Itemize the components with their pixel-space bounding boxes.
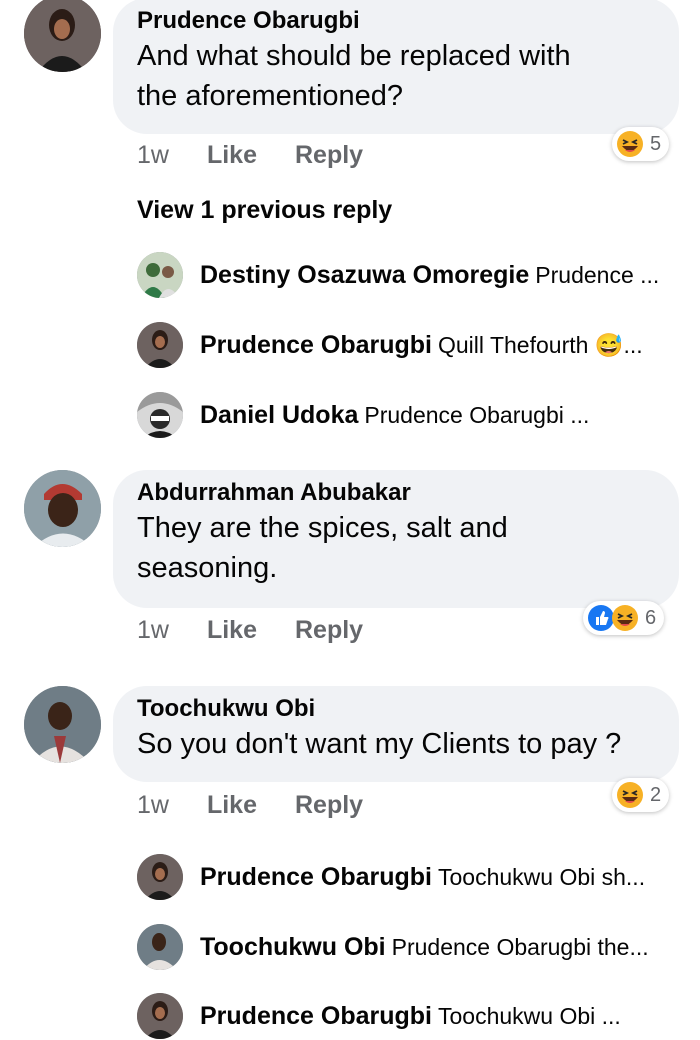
reply-preview-row[interactable]: Prudence Obarugbi Toochukwu Obi ...	[137, 992, 675, 1040]
reply-preview-row[interactable]: Prudence Obarugbi Quill Thefourth 😅...	[137, 321, 675, 369]
reply-preview-row[interactable]: Daniel Udoka Prudence Obarugbi ...	[137, 391, 675, 439]
reply-preview-text: Toochukwu Obi sh...	[437, 863, 646, 890]
reply-author[interactable]: Destiny Osazuwa Omoregie	[200, 261, 529, 290]
reply-button[interactable]: Reply	[295, 140, 363, 170]
comment-text-line: And what should be replaced with	[137, 40, 571, 72]
comment-author[interactable]: Abdurrahman Abubakar	[137, 478, 655, 508]
like-button[interactable]: Like	[207, 790, 257, 820]
comment-actions: 1w Like Reply	[137, 140, 363, 170]
comment-text-line: seasoning.	[137, 552, 278, 584]
avatar[interactable]	[137, 924, 183, 970]
reaction-count: 2	[650, 783, 662, 806]
reaction-badge[interactable]: 2	[612, 778, 670, 812]
reply-preview-row[interactable]: Destiny Osazuwa Omoregie Prudence ...	[137, 251, 675, 299]
reaction-badge[interactable]: 5	[612, 127, 670, 161]
comment-author[interactable]: Toochukwu Obi	[137, 694, 655, 724]
laugh-emoji-icon	[616, 781, 644, 809]
avatar[interactable]	[137, 993, 183, 1039]
like-button[interactable]: Like	[207, 140, 257, 170]
reply-preview-text: Toochukwu Obi ...	[437, 1002, 621, 1029]
avatar[interactable]	[24, 470, 101, 547]
reply-author[interactable]: Daniel Udoka	[200, 401, 358, 430]
avatar[interactable]	[24, 686, 101, 763]
comment-bubble: Toochukwu Obi So you don't want my Clien…	[113, 686, 679, 782]
comment-text-line: So you don't want my Clients to pay ?	[137, 728, 622, 760]
reply-author[interactable]: Prudence Obarugbi	[200, 1002, 432, 1031]
reply-preview-row[interactable]: Toochukwu Obi Prudence Obarugbi the...	[137, 923, 675, 971]
comment-actions: 1w Like Reply	[137, 790, 363, 820]
reply-preview-text: Quill Thefourth 😅...	[437, 331, 643, 358]
reply-author[interactable]: Prudence Obarugbi	[200, 863, 432, 892]
comment-timestamp[interactable]: 1w	[137, 615, 169, 645]
comment-timestamp[interactable]: 1w	[137, 790, 169, 820]
laugh-emoji-icon	[616, 130, 644, 158]
reply-button[interactable]: Reply	[295, 790, 363, 820]
laugh-emoji-icon	[611, 604, 639, 632]
reaction-count: 5	[650, 132, 662, 155]
comment-bubble: Abdurrahman Abubakar They are the spices…	[113, 470, 679, 608]
reply-preview-text: Prudence ...	[535, 261, 660, 288]
comment-actions: 1w Like Reply	[137, 615, 363, 645]
avatar[interactable]	[137, 854, 183, 900]
reply-preview-row[interactable]: Prudence Obarugbi Toochukwu Obi sh...	[137, 853, 675, 901]
reply-button[interactable]: Reply	[295, 615, 363, 645]
comment-bubble: Prudence Obarugbi And what should be rep…	[113, 0, 679, 134]
view-previous-replies-link[interactable]: View 1 previous reply	[137, 196, 392, 225]
comment-author[interactable]: Prudence Obarugbi	[137, 6, 655, 36]
reply-preview-text: Prudence Obarugbi the...	[391, 933, 649, 960]
reaction-count: 6	[645, 606, 657, 629]
reaction-badge[interactable]: 6	[583, 601, 665, 635]
avatar[interactable]	[137, 252, 183, 298]
avatar[interactable]	[137, 392, 183, 438]
avatar[interactable]	[24, 0, 101, 72]
reply-author[interactable]: Toochukwu Obi	[200, 933, 386, 962]
comment-text-line: They are the spices, salt and	[137, 512, 508, 544]
reply-preview-text: Prudence Obarugbi ...	[364, 401, 590, 428]
reply-author[interactable]: Prudence Obarugbi	[200, 331, 432, 360]
comment-text-line: the aforementioned?	[137, 80, 404, 112]
avatar[interactable]	[137, 322, 183, 368]
comment-timestamp[interactable]: 1w	[137, 140, 169, 170]
like-button[interactable]: Like	[207, 615, 257, 645]
